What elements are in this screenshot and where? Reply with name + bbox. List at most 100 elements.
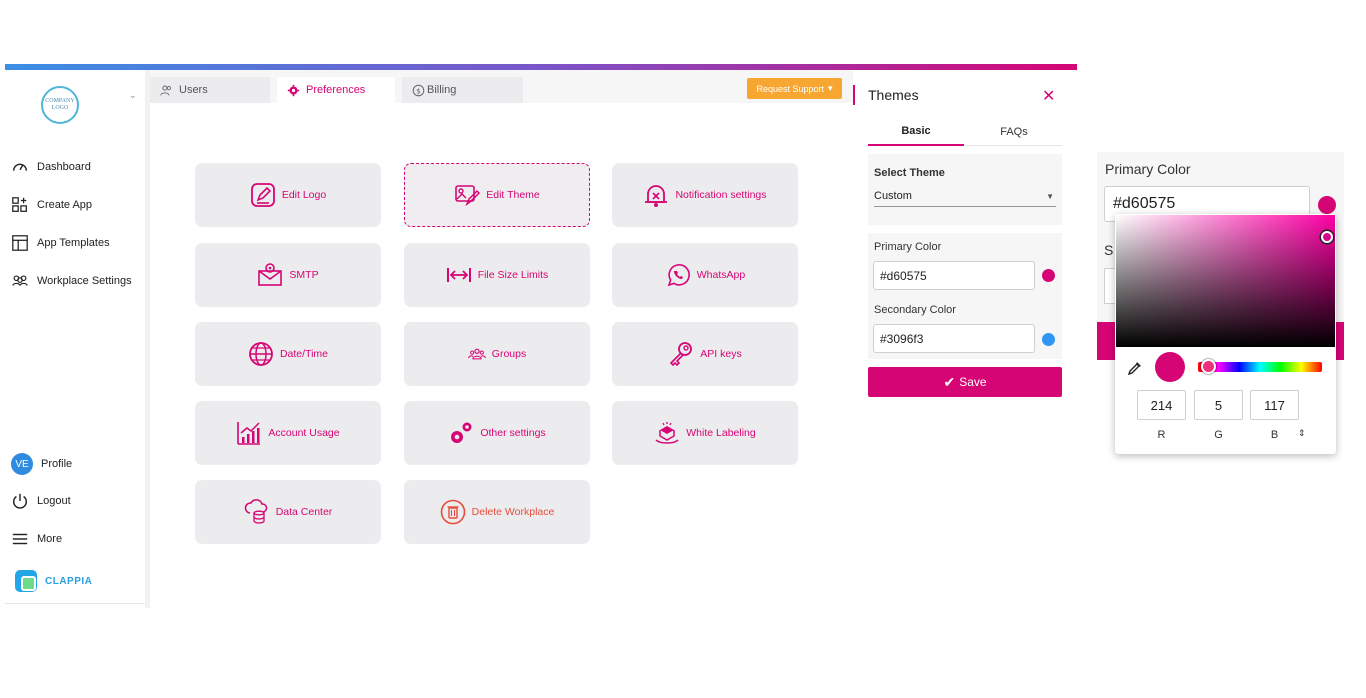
sidebar-item-label: More: [37, 533, 63, 545]
card-label: SMTP: [289, 269, 319, 281]
card-other-settings[interactable]: Other settings: [404, 401, 590, 465]
tab-users[interactable]: Users: [150, 77, 270, 103]
menu-icon: [12, 533, 28, 545]
gears-icon: [451, 422, 472, 443]
card-date-time[interactable]: Date/Time: [195, 322, 381, 386]
sidebar-item-workplace-settings[interactable]: Workplace Settings: [11, 272, 132, 290]
check-icon: ✔: [943, 373, 956, 390]
sidebar-item-label: Logout: [37, 495, 71, 507]
primary-color-swatch[interactable]: [1042, 269, 1055, 282]
request-support-button[interactable]: Request Support ▾: [747, 78, 842, 99]
group-icon: [467, 348, 486, 360]
saturation-handle[interactable]: [1321, 231, 1333, 243]
clappia-logo-icon: [15, 570, 37, 592]
card-white-labeling[interactable]: White Labeling: [612, 401, 798, 465]
chevron-down-icon[interactable]: ⌄: [129, 90, 137, 101]
avatar: VE: [11, 453, 33, 475]
green-label: G: [1214, 429, 1223, 441]
tab-label: Users: [179, 84, 208, 96]
secondary-color-input[interactable]: #3096f3: [873, 324, 1035, 353]
current-color-swatch: [1155, 352, 1185, 382]
globe-icon: [249, 342, 273, 366]
card-file-size-limits[interactable]: File Size Limits: [404, 243, 590, 307]
format-toggle-icon[interactable]: ⇕: [1298, 428, 1306, 439]
sidebar-item-app-templates[interactable]: App Templates: [11, 234, 110, 252]
card-notification-settings[interactable]: Notification settings: [612, 163, 798, 227]
gauge-icon: [12, 163, 28, 171]
sidebar-item-label: Dashboard: [37, 161, 91, 173]
mail-icon: [258, 263, 283, 286]
theme-select-value: Custom: [874, 190, 912, 202]
zoom-primary-color-label: Primary Color: [1105, 161, 1191, 177]
eyedropper-icon[interactable]: [1127, 360, 1143, 376]
card-api-keys[interactable]: API keys: [612, 322, 798, 386]
card-label: API keys: [700, 348, 742, 360]
card-label: Other settings: [480, 427, 546, 439]
card-groups[interactable]: Groups: [404, 322, 590, 386]
sidebar-item-more[interactable]: More: [11, 530, 62, 548]
theme-icon: [455, 185, 481, 207]
gear-icon: [287, 84, 300, 96]
bell-icon: [645, 185, 668, 207]
card-label: WhatsApp: [696, 269, 746, 281]
tab-faqs[interactable]: FAQs: [966, 118, 1062, 146]
edit-icon: [250, 183, 275, 207]
card-edit-theme[interactable]: Edit Theme: [404, 163, 590, 227]
company-logo-text: COMPANY LOGO: [45, 98, 75, 111]
sidebar-item-label: App Templates: [37, 237, 110, 249]
dollar-icon: $: [412, 84, 425, 96]
sidebar-item-create-app[interactable]: Create App: [11, 196, 92, 214]
themes-title: Themes: [868, 87, 919, 103]
whatsapp-icon: [667, 264, 690, 287]
tab-preferences[interactable]: Preferences: [277, 77, 395, 103]
saturation-area[interactable]: [1116, 215, 1335, 347]
sidebar-item-label: Create App: [37, 199, 93, 211]
request-support-label: Request Support: [756, 83, 824, 94]
blue-input[interactable]: 117: [1250, 390, 1299, 420]
card-smtp[interactable]: SMTP: [195, 243, 381, 307]
tab-label: Billing: [427, 84, 457, 96]
cloud-database-icon: [244, 499, 267, 524]
card-account-usage[interactable]: Account Usage: [195, 401, 381, 465]
tab-basic[interactable]: Basic: [868, 118, 964, 146]
app-root: COMPANY LOGO ⌄ Dashboard Create App App …: [0, 0, 1366, 698]
tab-label: Preferences: [306, 84, 366, 96]
hue-handle[interactable]: [1201, 359, 1216, 374]
green-input[interactable]: 5: [1194, 390, 1243, 420]
sidebar-item-label: Profile: [41, 458, 73, 470]
card-edit-logo[interactable]: Edit Logo: [195, 163, 381, 227]
caret-down-icon: ▾: [828, 83, 833, 93]
brand-logo: CLAPPIA: [15, 570, 92, 592]
red-label: R: [1157, 429, 1166, 441]
card-label: White Labeling: [686, 427, 756, 439]
card-label: File Size Limits: [477, 269, 549, 281]
save-button[interactable]: ✔ Save: [868, 367, 1062, 397]
close-icon[interactable]: ✕: [1042, 86, 1055, 106]
caret-down-icon: ▼: [1046, 191, 1054, 201]
secondary-color-swatch[interactable]: [1042, 333, 1055, 346]
card-label: Edit Theme: [486, 189, 540, 201]
sidebar-item-profile[interactable]: VE Profile: [11, 453, 72, 475]
trash-icon: [440, 499, 465, 525]
zoom-primary-swatch[interactable]: [1318, 196, 1336, 214]
company-logo[interactable]: COMPANY LOGO: [41, 86, 79, 124]
sidebar-item-dashboard[interactable]: Dashboard: [11, 158, 91, 176]
hue-slider[interactable]: [1198, 362, 1322, 372]
apps-add-icon: [12, 197, 27, 212]
theme-select[interactable]: Custom ▼: [874, 186, 1056, 207]
sidebar-item-logout[interactable]: Logout: [11, 492, 71, 510]
card-data-center[interactable]: Data Center: [195, 480, 381, 544]
key-icon: [670, 342, 693, 367]
card-label: Data Center: [275, 506, 333, 518]
card-label: Notification settings: [675, 189, 767, 201]
users-icon: [160, 85, 172, 96]
card-label: Delete Workplace: [471, 506, 555, 518]
save-label: Save: [959, 375, 987, 389]
tab-billing[interactable]: $ Billing: [402, 77, 523, 103]
red-input[interactable]: 214: [1137, 390, 1186, 420]
card-whatsapp[interactable]: WhatsApp: [612, 243, 798, 307]
primary-color-input[interactable]: #d60575: [873, 261, 1035, 290]
select-theme-label: Select Theme: [874, 167, 945, 179]
arrows-width-icon: [446, 268, 471, 282]
card-delete-workplace[interactable]: Delete Workplace: [404, 480, 590, 544]
